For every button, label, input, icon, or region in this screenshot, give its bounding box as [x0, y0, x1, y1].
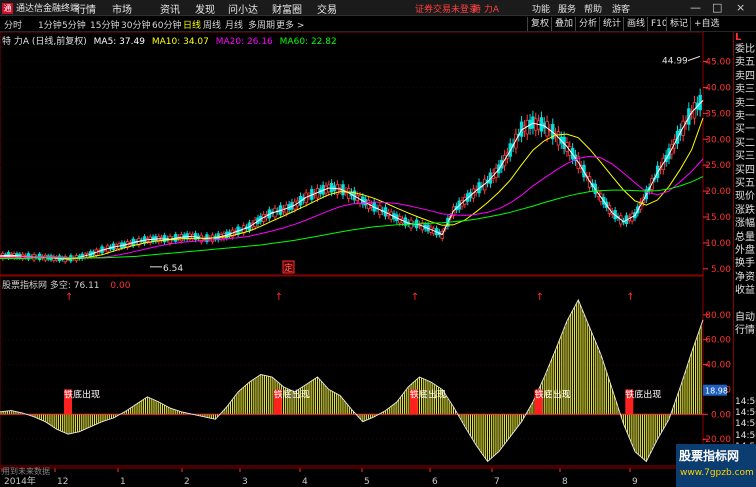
- event-marker: 定: [284, 262, 293, 274]
- stock-name: 特 力A: [472, 5, 500, 15]
- signal-label: 铁底出现: [410, 388, 446, 400]
- watermark-title: 股票指标网: [679, 449, 740, 463]
- period-toolbar: 分时 1分钟 5分钟 15分钟 30分钟 60分钟 日线 周线 月线 多周期 更…: [0, 16, 756, 32]
- signal-label: 铁底出现: [535, 388, 571, 400]
- period-more[interactable]: 更多 >: [276, 18, 304, 31]
- signal-arrow-icon: ↑: [65, 292, 73, 303]
- date-axis-label: 2: [184, 477, 190, 487]
- price-axis-label: 40.00: [705, 83, 731, 93]
- date-axis-label: 5: [364, 477, 370, 487]
- mark-button[interactable]: 标记: [666, 17, 691, 31]
- menu-guest[interactable]: 游客: [612, 2, 630, 15]
- candle-body: [539, 117, 544, 132]
- chart-canvas[interactable]: 45.0040.0035.0030.0025.0020.0015.0010.00…: [0, 32, 733, 487]
- low-price-label: 6.54: [163, 264, 183, 274]
- restore-button[interactable]: 复权: [527, 17, 552, 31]
- menu-item-trade[interactable]: 交易: [317, 1, 337, 16]
- menu-function[interactable]: 功能: [532, 2, 550, 15]
- period-1min[interactable]: 1分钟: [38, 18, 62, 31]
- menu-item-news[interactable]: 资讯: [160, 1, 180, 16]
- date-axis-label: 9: [632, 477, 638, 487]
- signal-label: 铁底出现: [274, 388, 310, 400]
- period-day[interactable]: 日线: [183, 18, 201, 31]
- price-axis-label: 10.00: [705, 239, 731, 249]
- period-week[interactable]: 周线: [203, 18, 221, 31]
- signal-arrow-icon: ↑: [626, 292, 634, 303]
- minimize-icon[interactable]: —: [690, 1, 701, 14]
- date-axis-label: 7: [494, 477, 500, 487]
- price-axis-label: 20.00: [705, 187, 731, 197]
- main-pane-frame: [0, 32, 704, 276]
- date-axis-label: 1: [120, 477, 126, 487]
- period-multi[interactable]: 多周期: [248, 18, 275, 31]
- price-axis-label: 25.00: [705, 161, 731, 171]
- tick-time-label: 14:50: [735, 408, 756, 419]
- price-axis-label: 5.00: [711, 265, 731, 275]
- period-15min[interactable]: 15分钟: [90, 18, 119, 31]
- period-5min[interactable]: 5分钟: [62, 18, 86, 31]
- value-axis-label: 80.00: [705, 311, 731, 321]
- tick-time-label: 14:50: [735, 419, 756, 430]
- price-axis-label: 35.00: [705, 109, 731, 119]
- date-axis-label: 12: [57, 477, 68, 487]
- signal-arrow-icon: ↑: [536, 292, 544, 303]
- value-axis-label: 0.00: [711, 410, 731, 420]
- candle-body: [531, 116, 535, 129]
- menu-item-market[interactable]: 行情: [76, 1, 96, 16]
- menu-item-wealth[interactable]: 财富圈: [272, 1, 302, 16]
- high-price-label: 44.99: [662, 57, 688, 67]
- date-axis-label: 6: [432, 477, 438, 487]
- panel-label: 收益: [735, 285, 755, 297]
- menu-item-ask[interactable]: 问小达: [228, 1, 258, 16]
- value-axis-label: 40.00: [705, 361, 731, 371]
- menu-service[interactable]: 服务: [558, 2, 576, 15]
- tick-time-label: 14:50: [735, 430, 756, 441]
- login-status[interactable]: 证券交易未登录: [415, 2, 478, 15]
- price-axis-label: 15.00: [705, 213, 731, 223]
- menu-bar: 通通达信金融终端 行情 市场 资讯 发现 问小达 财富圈 交易 证券交易未登录 …: [0, 0, 756, 16]
- stats-button[interactable]: 统计: [599, 17, 624, 31]
- signal-label: 铁底出现: [64, 388, 100, 400]
- high-price-pointer: [687, 55, 701, 62]
- app-logo-icon: 通: [2, 3, 13, 14]
- close-icon[interactable]: ×: [736, 1, 745, 14]
- panel-label: 行情: [735, 325, 755, 337]
- menu-item-discover[interactable]: 发现: [195, 1, 215, 16]
- date-axis-label: 8: [562, 477, 568, 487]
- overlay-button[interactable]: 叠加: [551, 17, 576, 31]
- watermark-url: www.7gpzb.com: [680, 468, 754, 478]
- watermark-logo: 股票指标网 www.7gpzb.com: [676, 444, 756, 487]
- draw-line-button[interactable]: 画线: [623, 17, 648, 31]
- period-month[interactable]: 月线: [225, 18, 243, 31]
- period-60min[interactable]: 60分钟: [152, 18, 181, 31]
- tick-time-label: 14:50: [735, 397, 756, 407]
- menu-item-markets[interactable]: 市场: [112, 1, 132, 16]
- date-axis-label: 4: [302, 477, 308, 487]
- ma-line-1: [0, 117, 704, 259]
- ma-line-0: [0, 100, 704, 260]
- current-value-label: 18.98: [705, 387, 728, 396]
- analysis-button[interactable]: 分析: [575, 17, 600, 31]
- app-logo: 通通达信金融终端: [2, 3, 80, 14]
- price-axis-label: 30.00: [705, 135, 731, 145]
- maximize-icon[interactable]: □: [712, 1, 722, 14]
- period-tick[interactable]: 分时: [4, 18, 22, 31]
- price-axis-label: 45.00: [705, 58, 731, 68]
- signal-arrow-icon: ↑: [411, 292, 419, 303]
- add-watchlist-button[interactable]: +自选: [690, 17, 723, 31]
- quote-panel: L 委比 卖五 卖四 卖三 卖二 卖一 买一 买二 买三 买四 买五 现价 涨跌 涨幅 总量 外盘 换手 净资 收益…: [733, 32, 756, 487]
- signal-label: 铁底出现: [625, 388, 661, 400]
- date-axis-label: 3: [242, 477, 248, 487]
- signal-arrow-icon: ↑: [275, 292, 283, 303]
- period-30min[interactable]: 30分钟: [121, 18, 150, 31]
- value-axis-label: 60.00: [705, 336, 731, 346]
- ma-line-2: [0, 155, 704, 259]
- future-data-note: 用到未来数据: [2, 467, 50, 476]
- menu-help[interactable]: 帮助: [584, 2, 602, 15]
